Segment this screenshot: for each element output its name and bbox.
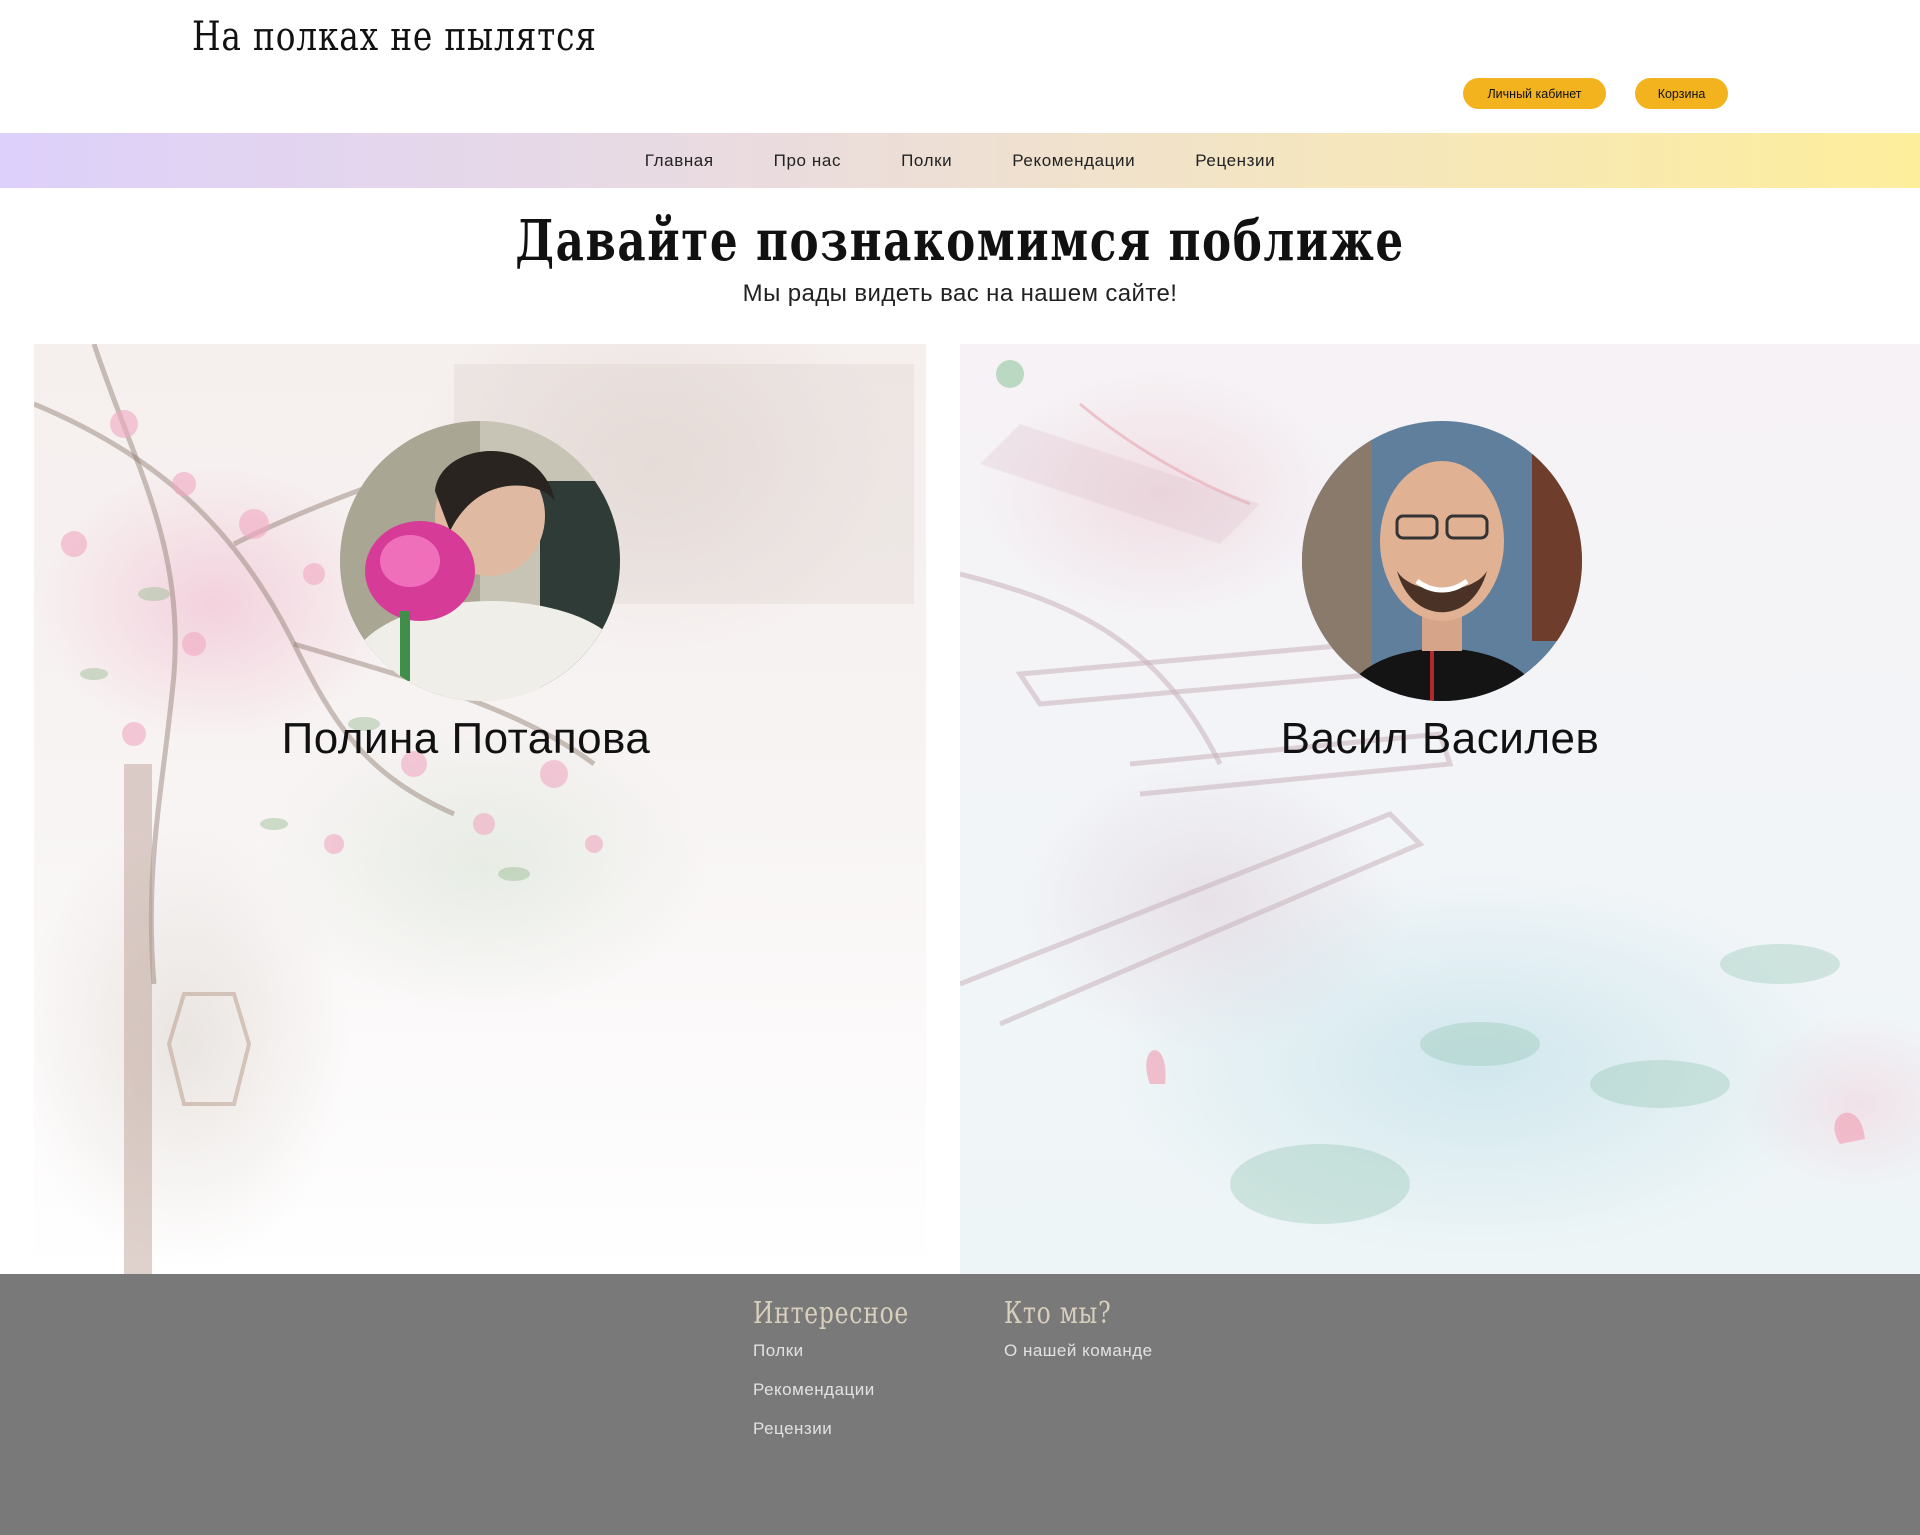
site-logo[interactable]: На полках не пылятся [192,14,597,60]
team-card-vasil: Васил Василев [960,344,1920,1274]
nav-item-home[interactable]: Главная [615,151,744,171]
footer-link-our-team[interactable]: О нашей команде [1004,1341,1153,1361]
footer-link-recommendations[interactable]: Рекомендации [753,1380,953,1400]
footer-link-reviews[interactable]: Рецензии [753,1419,953,1439]
team-member-name: Васил Василев [1280,714,1600,763]
team-member-name: Полина Потапова [281,714,651,763]
footer-column-title: Интересное [753,1296,910,1331]
avatar [340,421,620,701]
portrait-image [340,421,620,701]
site-header: На полках не пылятся Личный кабинет Корз… [0,0,1920,133]
avatar [1302,421,1582,701]
nav-item-reviews[interactable]: Рецензии [1165,151,1305,171]
account-button[interactable]: Личный кабинет [1463,78,1606,109]
footer-column-title: Кто мы? [1004,1296,1112,1331]
nav-item-about[interactable]: Про нас [744,151,871,171]
nav-item-shelves[interactable]: Полки [871,151,982,171]
site-footer: Интересное Полки Рекомендации Рецензии К… [0,1274,1920,1535]
footer-column-who-we-are: Кто мы? О нашей команде [1004,1296,1153,1380]
page-subtitle: Мы рады видеть вас на нашем сайте! [742,280,1178,307]
team-card-polina: Полина Потапова [34,344,926,1274]
cart-button[interactable]: Корзина [1635,78,1728,109]
main-nav: Главная Про нас Полки Рекомендации Рецен… [0,133,1920,188]
footer-column-interesting: Интересное Полки Рекомендации Рецензии [753,1296,953,1458]
page-title: Давайте познакомимся поближе [515,208,1405,274]
nav-item-recommendations[interactable]: Рекомендации [982,151,1165,171]
portrait-image [1302,421,1582,701]
footer-link-shelves[interactable]: Полки [753,1341,953,1361]
